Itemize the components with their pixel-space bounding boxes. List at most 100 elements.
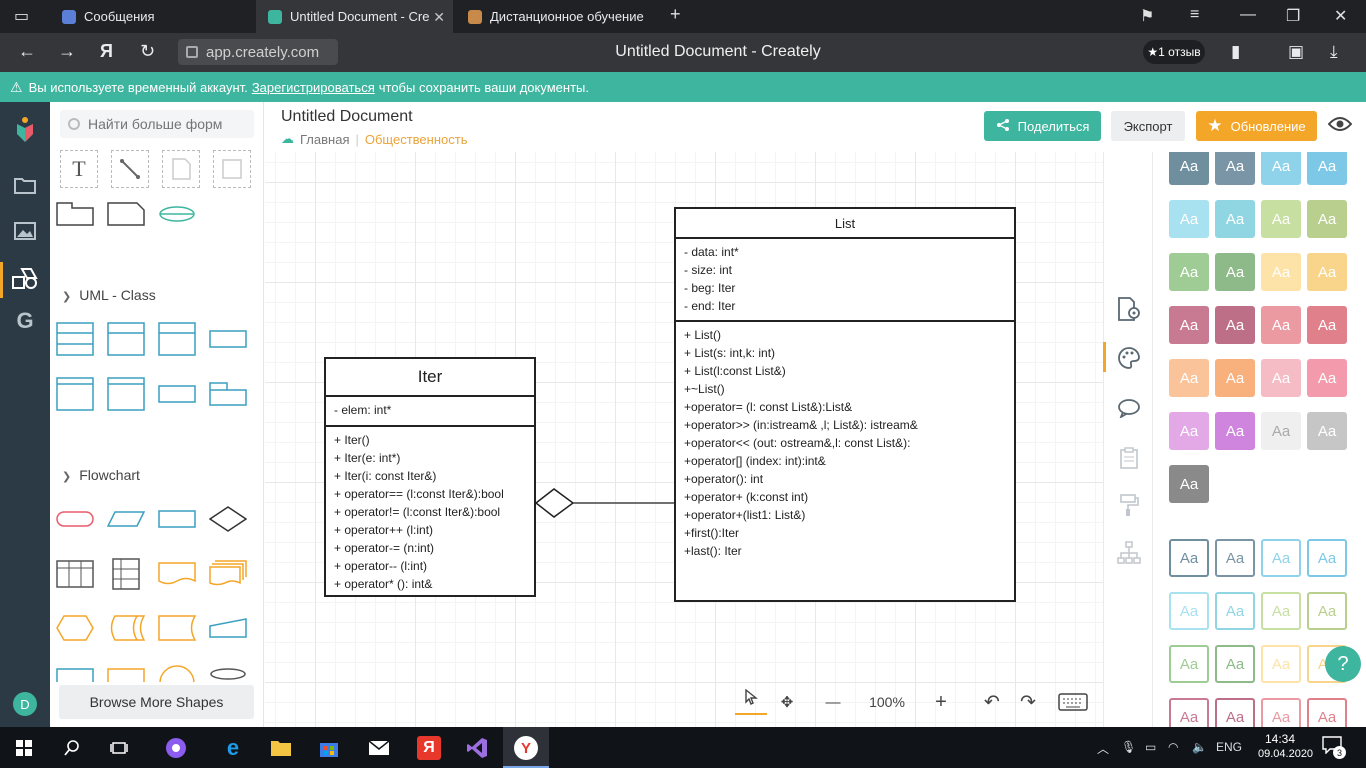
style-swatch[interactable]: Aa <box>1307 359 1347 397</box>
delay-shape[interactable] <box>158 615 196 641</box>
style-swatch-outline[interactable]: Aa <box>1215 592 1255 630</box>
table-shape[interactable] <box>56 560 94 588</box>
style-swatch[interactable]: Aa <box>1215 306 1255 344</box>
style-swatch-outline[interactable]: Aa <box>1215 539 1255 577</box>
style-swatch-outline[interactable]: Aa <box>1169 592 1209 630</box>
edge-icon[interactable]: e <box>221 735 245 760</box>
uml-class-shape[interactable] <box>107 322 145 356</box>
style-swatch[interactable]: Aa <box>1261 152 1301 185</box>
section-flowchart[interactable]: ❯ Flowchart <box>62 467 140 483</box>
style-swatch[interactable]: Aa <box>1169 359 1209 397</box>
style-swatch[interactable]: Aa <box>1215 253 1255 291</box>
process-shape[interactable] <box>158 510 196 528</box>
style-swatch[interactable]: Aa <box>1261 306 1301 344</box>
eye-icon[interactable] <box>1327 116 1353 138</box>
org-chart-icon[interactable] <box>1116 540 1142 566</box>
style-swatch[interactable]: Aa <box>1261 359 1301 397</box>
terminator-shape[interactable] <box>56 510 94 528</box>
volume-icon[interactable]: 🔈 <box>1192 740 1207 754</box>
redo-icon[interactable]: ↷ <box>1014 691 1042 714</box>
battery-icon[interactable]: ▭ <box>1145 740 1156 754</box>
style-swatch[interactable]: Aa <box>1261 200 1301 238</box>
avatar[interactable]: D <box>13 692 37 716</box>
rectangle-shape[interactable] <box>213 150 251 188</box>
style-swatch-outline[interactable]: Aa <box>1307 592 1347 630</box>
minimize-icon[interactable]: — <box>1240 6 1256 24</box>
help-button[interactable]: ? <box>1325 646 1361 682</box>
grid-shape[interactable] <box>112 558 140 590</box>
windows-start-icon[interactable] <box>12 736 36 760</box>
style-swatch-outline[interactable]: Aa <box>1169 698 1209 727</box>
style-swatch[interactable]: Aa <box>1261 253 1301 291</box>
export-button[interactable]: Экспорт <box>1111 111 1185 141</box>
style-swatch-outline[interactable]: Aa <box>1169 539 1209 577</box>
style-swatch-outline[interactable]: Aa <box>1261 698 1301 727</box>
manual-input-shape[interactable] <box>209 618 247 638</box>
share-button[interactable]: Поделиться <box>984 111 1101 141</box>
download-icon[interactable]: ⤓ <box>1330 42 1338 62</box>
database-shape[interactable] <box>209 668 247 682</box>
clock[interactable]: 14:34 09.04.2020 <box>1258 732 1313 762</box>
style-swatch[interactable]: Aa <box>1307 200 1347 238</box>
style-swatch-outline[interactable]: Aa <box>1261 592 1301 630</box>
shape-search[interactable] <box>60 110 254 138</box>
zoom-in-button[interactable]: + <box>924 691 958 714</box>
register-link[interactable]: Зарегистрироваться <box>252 80 375 95</box>
store-icon[interactable] <box>317 736 341 760</box>
notes-icon[interactable] <box>1116 445 1142 471</box>
new-tab-icon[interactable]: + <box>670 4 681 25</box>
comment-icon[interactable] <box>1116 395 1142 421</box>
style-swatch-outline[interactable]: Aa <box>1215 645 1255 683</box>
multi-document-shape[interactable] <box>209 560 247 586</box>
tab-distance-learning[interactable]: Дистанционное обучение <box>456 0 654 33</box>
style-swatch-outline[interactable]: Aa <box>1307 539 1347 577</box>
style-swatch[interactable]: Aa <box>1215 200 1255 238</box>
style-swatch[interactable]: Aa <box>1169 465 1209 503</box>
browse-more-shapes-button[interactable]: Browse More Shapes <box>59 685 254 719</box>
bookmarks-icon[interactable]: ⚑ <box>1140 6 1154 26</box>
search-icon[interactable] <box>60 736 84 760</box>
breadcrumb-home[interactable]: Главная <box>300 132 349 147</box>
style-swatch-outline[interactable]: Aa <box>1261 645 1301 683</box>
line-shape[interactable] <box>111 150 149 188</box>
shapes-icon[interactable] <box>12 265 38 291</box>
style-swatch[interactable]: Aa <box>1307 306 1347 344</box>
uml-class-list[interactable]: List - data: int* - size: int - beg: Ite… <box>674 207 1016 602</box>
uml-class-shape[interactable] <box>107 377 145 411</box>
style-swatch[interactable]: Aa <box>1215 412 1255 450</box>
section-uml-class[interactable]: ❯ UML - Class <box>62 287 156 303</box>
folder-icon[interactable] <box>12 172 38 198</box>
style-swatch-outline[interactable]: Aa <box>1307 698 1347 727</box>
file-explorer-icon[interactable] <box>269 736 293 760</box>
keyboard-shortcuts-icon[interactable] <box>1058 687 1088 717</box>
wifi-icon[interactable]: ◠ <box>1168 740 1178 754</box>
text-shape[interactable]: T <box>60 150 98 188</box>
uml-class-iter[interactable]: Iter - elem: int* + Iter() + Iter(e: int… <box>324 357 536 597</box>
style-swatch[interactable]: Aa <box>1169 253 1209 291</box>
card-shape[interactable] <box>107 202 145 226</box>
note-shape[interactable] <box>162 150 200 188</box>
zoom-level[interactable]: 100% <box>850 694 924 710</box>
style-swatch-outline[interactable]: Aa <box>1169 645 1209 683</box>
undo-icon[interactable]: ↶ <box>978 691 1006 714</box>
uml-class-shape[interactable] <box>158 385 196 403</box>
style-swatch[interactable]: Aa <box>1307 152 1347 185</box>
style-swatch[interactable]: Aa <box>1169 152 1209 185</box>
flowchart-shape[interactable] <box>107 668 145 682</box>
tray-expand-icon[interactable]: ︿ <box>1097 740 1109 757</box>
data-shape[interactable] <box>107 510 145 528</box>
format-painter-icon[interactable] <box>1116 492 1142 518</box>
document-shape[interactable] <box>158 562 196 586</box>
connector-shape[interactable] <box>158 664 196 682</box>
mail-icon[interactable] <box>367 736 391 760</box>
task-view-icon[interactable] <box>107 736 131 760</box>
style-swatch[interactable]: Aa <box>1169 412 1209 450</box>
uml-class-shape[interactable] <box>209 330 247 348</box>
close-window-icon[interactable]: ✕ <box>1334 6 1347 26</box>
style-swatch-outline[interactable]: Aa <box>1215 698 1255 727</box>
tab-messages[interactable]: Сообщения <box>50 0 254 33</box>
review-badge[interactable]: ★1 отзыв <box>1143 40 1205 64</box>
shape-search-input[interactable] <box>88 116 248 132</box>
menu-icon[interactable]: ≡ <box>1190 6 1199 24</box>
preparation-shape[interactable] <box>56 615 94 641</box>
